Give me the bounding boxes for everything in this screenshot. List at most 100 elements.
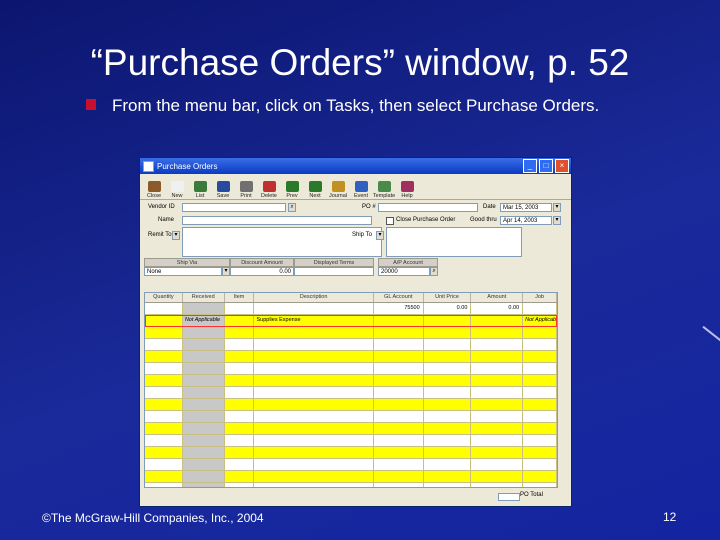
- cell-unit-price[interactable]: [424, 483, 472, 487]
- cell-amount[interactable]: [471, 399, 524, 410]
- cell-amount[interactable]: [471, 339, 524, 350]
- cell-gl[interactable]: 75500: [374, 303, 424, 314]
- cell-gl[interactable]: [374, 435, 424, 446]
- cell-amount[interactable]: [471, 435, 524, 446]
- cell-item[interactable]: [225, 411, 255, 422]
- cell-unit-price[interactable]: [424, 327, 472, 338]
- cell-amount[interactable]: [471, 411, 524, 422]
- cell-item[interactable]: [225, 399, 255, 410]
- cell-unit-price[interactable]: [424, 411, 472, 422]
- date-field[interactable]: Mar 15, 2003: [500, 203, 552, 212]
- cell-received[interactable]: [182, 483, 225, 487]
- toolbar-new-button[interactable]: New: [167, 181, 187, 199]
- cell-quantity[interactable]: [145, 315, 183, 326]
- cell-item[interactable]: [225, 375, 255, 386]
- cell-gl[interactable]: [374, 363, 424, 374]
- toolbar-template-button[interactable]: Template: [373, 181, 395, 199]
- cell-quantity[interactable]: [145, 471, 183, 482]
- cell-quantity[interactable]: [145, 447, 183, 458]
- cell-job[interactable]: [523, 339, 557, 350]
- cell-quantity[interactable]: [145, 387, 183, 398]
- cell-amount[interactable]: [471, 387, 524, 398]
- cell-description[interactable]: [254, 363, 374, 374]
- cell-gl[interactable]: [374, 315, 424, 326]
- name-field[interactable]: [182, 216, 372, 225]
- cell-amount[interactable]: [471, 447, 524, 458]
- cell-received[interactable]: [182, 303, 225, 314]
- displayed-terms-field[interactable]: [294, 267, 374, 276]
- cell-description[interactable]: [254, 411, 374, 422]
- minimize-button[interactable]: _: [523, 159, 537, 173]
- ship-to-dropdown[interactable]: ▾: [376, 231, 384, 240]
- cell-gl[interactable]: [374, 339, 424, 350]
- column-header[interactable]: Description: [254, 293, 374, 302]
- cell-unit-price[interactable]: [424, 447, 472, 458]
- discount-amount-field[interactable]: 0.00: [230, 267, 294, 276]
- table-row[interactable]: [145, 339, 557, 351]
- cell-job[interactable]: [523, 483, 557, 487]
- cell-received[interactable]: [182, 411, 225, 422]
- cell-description[interactable]: [254, 423, 374, 434]
- ship-to-address[interactable]: [386, 227, 522, 257]
- ap-account-lookup-icon[interactable]: ⌕: [430, 267, 438, 276]
- cell-job[interactable]: [523, 411, 557, 422]
- column-header[interactable]: Item: [225, 293, 255, 302]
- cell-gl[interactable]: [374, 327, 424, 338]
- cell-quantity[interactable]: [145, 363, 183, 374]
- cell-amount[interactable]: [471, 351, 524, 362]
- cell-item[interactable]: [225, 483, 255, 487]
- toolbar-help-button[interactable]: Help: [397, 181, 417, 199]
- cell-description[interactable]: [254, 327, 374, 338]
- maximize-button[interactable]: □: [539, 159, 553, 173]
- cell-unit-price[interactable]: [424, 471, 472, 482]
- cell-received[interactable]: [182, 423, 225, 434]
- cell-description[interactable]: [254, 471, 374, 482]
- cell-job[interactable]: [523, 327, 557, 338]
- cell-item[interactable]: [225, 459, 255, 470]
- cell-item[interactable]: [225, 303, 255, 314]
- column-header[interactable]: Received: [183, 293, 225, 302]
- cell-quantity[interactable]: [145, 399, 183, 410]
- cell-amount[interactable]: [471, 483, 524, 487]
- cell-item[interactable]: [225, 363, 255, 374]
- cell-description[interactable]: [254, 303, 374, 314]
- cell-item[interactable]: [225, 471, 255, 482]
- cell-quantity[interactable]: [145, 483, 183, 487]
- cell-description[interactable]: [254, 459, 374, 470]
- cell-unit-price[interactable]: [424, 387, 472, 398]
- cell-job[interactable]: Not Applicable: [523, 315, 557, 326]
- table-row[interactable]: [145, 375, 557, 387]
- cell-amount[interactable]: [471, 363, 524, 374]
- table-row[interactable]: [145, 363, 557, 375]
- cell-job[interactable]: [523, 351, 557, 362]
- good-thru-calendar-icon[interactable]: ▾: [553, 216, 561, 225]
- column-header[interactable]: Quantity: [145, 293, 183, 302]
- toolbar-save-button[interactable]: Save: [213, 181, 233, 199]
- cell-unit-price[interactable]: [424, 375, 472, 386]
- cell-job[interactable]: [523, 435, 557, 446]
- ship-via-dropdown-icon[interactable]: ▾: [222, 267, 230, 276]
- cell-quantity[interactable]: [145, 423, 183, 434]
- cell-gl[interactable]: [374, 387, 424, 398]
- cell-quantity[interactable]: [145, 411, 183, 422]
- cell-description[interactable]: [254, 447, 374, 458]
- cell-unit-price[interactable]: [424, 459, 472, 470]
- cell-description[interactable]: [254, 339, 374, 350]
- column-header[interactable]: Job: [523, 293, 557, 302]
- table-row[interactable]: [145, 447, 557, 459]
- cell-amount[interactable]: 0.00: [471, 303, 524, 314]
- cell-description[interactable]: [254, 483, 374, 487]
- cell-quantity[interactable]: [145, 435, 183, 446]
- cell-received[interactable]: [182, 327, 225, 338]
- cell-quantity[interactable]: [145, 339, 183, 350]
- close-window-button[interactable]: ×: [555, 159, 569, 173]
- table-row[interactable]: [145, 471, 557, 483]
- cell-gl[interactable]: [374, 447, 424, 458]
- table-row[interactable]: [145, 411, 557, 423]
- good-thru-field[interactable]: Apr 14, 2003: [500, 216, 552, 225]
- cell-gl[interactable]: [374, 411, 424, 422]
- cell-description[interactable]: [254, 351, 374, 362]
- cell-amount[interactable]: [471, 375, 524, 386]
- cell-quantity[interactable]: [145, 375, 183, 386]
- cell-quantity[interactable]: [145, 327, 183, 338]
